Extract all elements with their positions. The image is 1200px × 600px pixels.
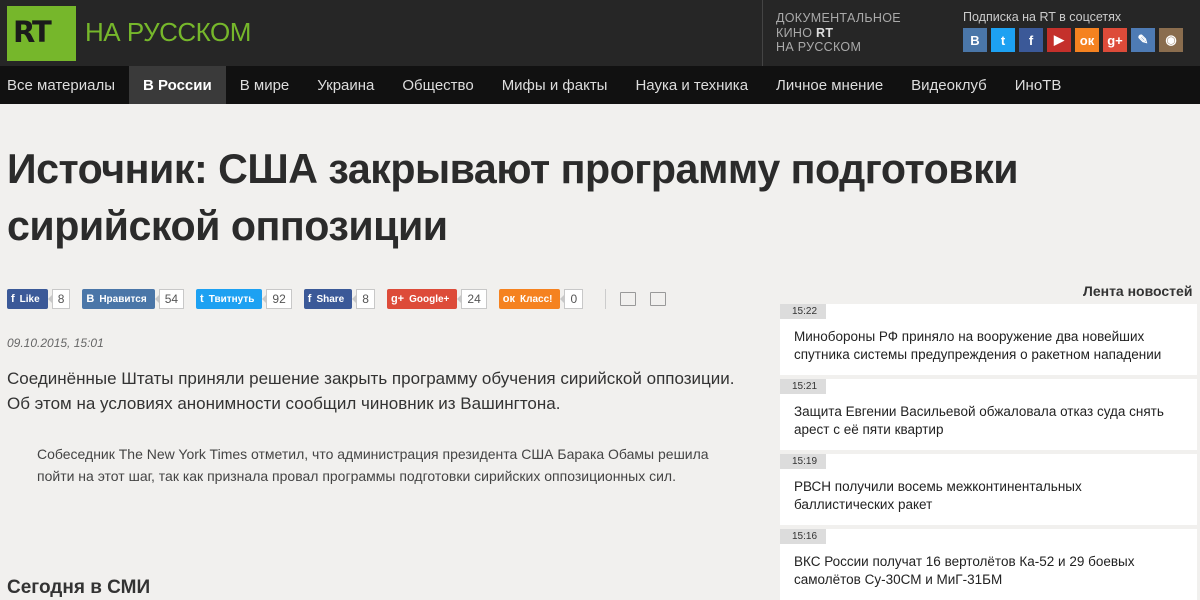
mail-icon[interactable]: [650, 292, 667, 306]
doc-line-1: ДОКУМЕНТАЛЬНОЕ: [776, 11, 901, 25]
nav-item-4[interactable]: Общество: [388, 66, 487, 104]
site-header: RT НА РУССКОМ ДОКУМЕНТАЛЬНОЕ КИНО RT НА …: [0, 0, 1200, 66]
odnoklassniki-icon[interactable]: ок: [1075, 28, 1099, 52]
facebook-share-button[interactable]: f Share: [303, 289, 353, 309]
googleplus-label: Google+: [409, 293, 450, 305]
news-headline[interactable]: Защита Евгении Васильевой обжаловала отк…: [780, 394, 1197, 439]
news-item[interactable]: 15:19 РВСН получили восемь межконтинентал…: [780, 454, 1197, 525]
news-item[interactable]: 15:22 Минобороны РФ приняло на вооружение…: [780, 304, 1197, 375]
rt-logo[interactable]: RT: [7, 6, 76, 61]
googleplus-icon: g+: [390, 293, 405, 305]
article-lead: Соединённые Штаты приняли решение закрыт…: [7, 369, 735, 413]
vk-like-label: Нравится: [99, 293, 147, 305]
article-date: 09.10.2015, 15:01: [7, 336, 104, 350]
nav-item-1[interactable]: В России: [128, 66, 226, 104]
facebook-share-label: Share: [316, 293, 345, 305]
tweet-button[interactable]: t Твитнуть: [196, 289, 263, 309]
vk-like-icon: B: [86, 293, 95, 305]
facebook-like-count: 8: [47, 289, 71, 309]
tweet-label: Твитнуть: [208, 293, 255, 305]
documentary-link[interactable]: ДОКУМЕНТАЛЬНОЕ КИНО RT НА РУССКОМ: [762, 0, 901, 66]
ok-class-label: Класс!: [519, 293, 553, 305]
article-title: Источник: США закрывают программу подгот…: [7, 145, 1019, 249]
nav-item-0[interactable]: Все материалы: [0, 66, 129, 104]
nav-item-6[interactable]: Наука и техника: [621, 66, 762, 104]
nav-item-7[interactable]: Личное мнение: [762, 66, 897, 104]
vk-like-count: 54: [154, 289, 185, 309]
share-bar: f Like 8 B Нравится 54 t Твитнуть 92 f Share 8 g+ Goo…: [7, 289, 680, 309]
googleplus-icon[interactable]: g+: [1103, 28, 1127, 52]
news-item[interactable]: 15:16 ВКС России получат 16 вертолётов Ка…: [780, 529, 1197, 600]
news-item[interactable]: 15:21 Защита Евгении Васильевой обжаловал…: [780, 379, 1197, 450]
doc-line-2-prefix: КИНО: [776, 25, 813, 40]
nav-item-3[interactable]: Украина: [303, 66, 388, 104]
youtube-icon[interactable]: ▶: [1047, 28, 1071, 52]
vk-icon[interactable]: B: [963, 28, 987, 52]
news-feed-title: Лента новостей: [1083, 283, 1193, 299]
news-headline[interactable]: ВКС России получат 16 вертолётов Ка-52 и…: [780, 544, 1197, 589]
news-headline[interactable]: Минобороны РФ приняло на вооружение два …: [780, 319, 1197, 364]
facebook-icon[interactable]: f: [1019, 28, 1043, 52]
facebook-like-button[interactable]: f Like: [7, 289, 48, 309]
nav-item-8[interactable]: Видеоклуб: [897, 66, 1001, 104]
livejournal-icon[interactable]: ✎: [1131, 28, 1155, 52]
doc-rt-mark: RT: [816, 25, 834, 40]
tweet-icon: t: [200, 293, 204, 305]
ok-class-button[interactable]: ок Класс!: [498, 289, 561, 309]
nav-item-2[interactable]: В мире: [226, 66, 304, 104]
vk-like-button[interactable]: B Нравится: [82, 289, 155, 309]
facebook-share-count: 8: [352, 289, 375, 309]
today-in-media-heading: Сегодня в СМИ: [7, 577, 151, 598]
facebook-share-icon: f: [307, 293, 312, 305]
news-time: 15:22: [780, 304, 826, 319]
doc-line-3: НА РУССКОМ: [776, 40, 862, 54]
googleplus-count: 24: [457, 289, 487, 309]
doc-line-2: КИНО RT: [776, 26, 901, 41]
googleplus-button[interactable]: g+ Google+: [386, 289, 458, 309]
instagram-icon[interactable]: ◉: [1159, 28, 1183, 52]
ok-class-icon: ок: [502, 293, 515, 305]
article-quote: Собеседник The New York Times отметил, ч…: [37, 446, 709, 484]
facebook-like-label: Like: [19, 293, 40, 305]
news-time: 15:16: [780, 529, 826, 544]
social-icons: Bt f ▶ ок g+ ✎ ◉: [963, 28, 1183, 52]
share-divider: [605, 289, 607, 309]
news-feed: 15:22 Минобороны РФ приняло на вооружение…: [780, 304, 1197, 600]
main-nav: Все материалы В России В мире Украина Общест…: [0, 66, 1200, 104]
print-icon[interactable]: [620, 292, 637, 306]
news-headline[interactable]: РВСН получили восемь межконтинентальных …: [780, 469, 1197, 514]
news-time: 15:21: [780, 379, 826, 394]
twitter-icon[interactable]: t: [991, 28, 1015, 52]
nav-item-5[interactable]: Мифы и факты: [488, 66, 622, 104]
ok-class-count: 0: [560, 289, 584, 309]
tweet-count: 92: [262, 289, 292, 309]
nav-item-9[interactable]: ИноТВ: [1001, 66, 1076, 104]
facebook-like-icon: f: [11, 293, 15, 305]
news-time: 15:19: [780, 454, 826, 469]
logo-subtitle[interactable]: НА РУССКОМ: [85, 17, 251, 48]
rt-logo-text: RT: [13, 15, 52, 49]
social-title: Подписка на RT в соцсетях: [963, 10, 1122, 24]
